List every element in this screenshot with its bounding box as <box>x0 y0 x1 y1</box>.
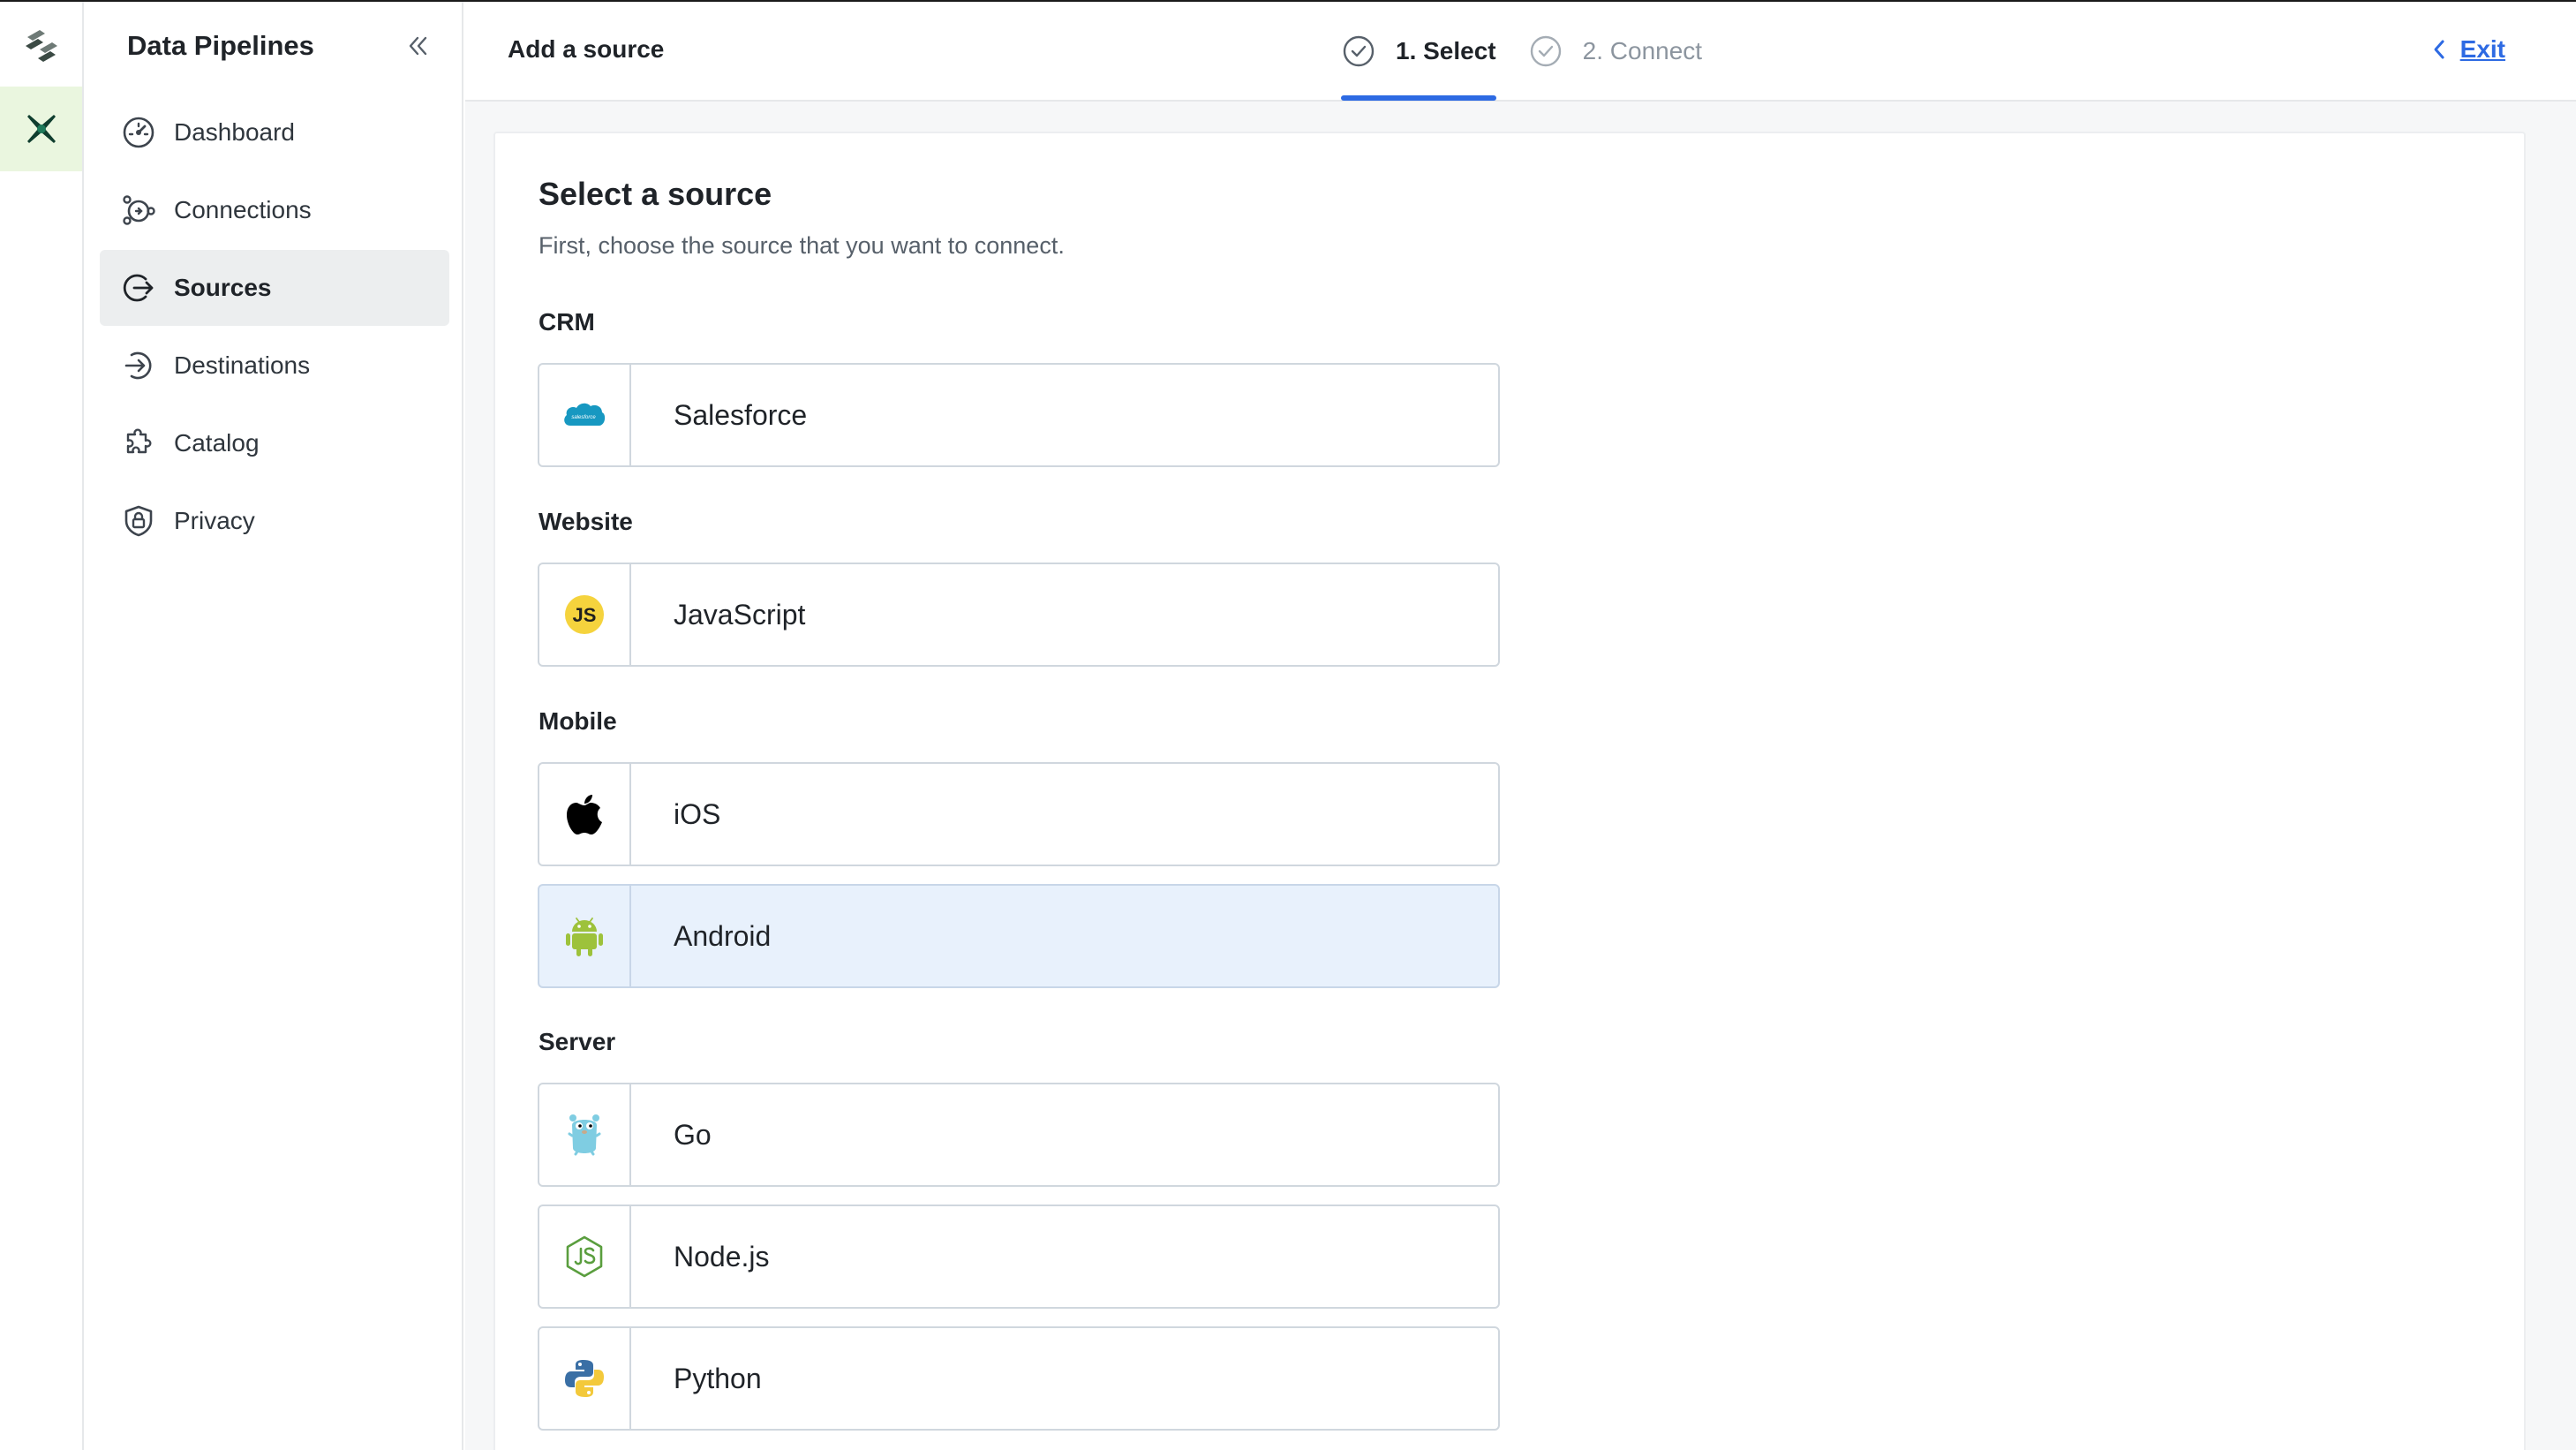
workspace-logo-button[interactable] <box>0 2 82 87</box>
step-label: 2. Connect <box>1582 36 1703 64</box>
check-circle-icon <box>1528 34 1563 69</box>
wizard-steps: 1. Select 2. Connect <box>1341 2 1734 101</box>
page-title: Add a source <box>508 35 665 63</box>
main-content: Select a source First, choose the source… <box>465 102 2576 1450</box>
card-title: Select a source <box>539 176 772 212</box>
group-label-crm: CRM <box>539 308 595 336</box>
chevron-left-icon <box>2434 40 2444 59</box>
source-tile-ios[interactable]: iOS <box>538 762 1500 866</box>
apple-icon <box>539 764 631 865</box>
sidebar-item-destinations[interactable]: Destinations <box>100 328 449 404</box>
sources-icon <box>121 270 156 306</box>
nodejs-icon <box>539 1206 631 1307</box>
source-label: iOS <box>674 797 721 830</box>
source-tile-salesforce[interactable]: salesforce Salesforce <box>538 363 1500 467</box>
source-tile-javascript[interactable]: JS JavaScript <box>538 563 1500 667</box>
exit-link[interactable]: Exit <box>2430 35 2505 64</box>
collapse-sidebar-button[interactable] <box>400 28 435 64</box>
salesforce-icon: salesforce <box>539 365 631 465</box>
sidebar-item-connections[interactable]: Connections <box>100 172 449 248</box>
svg-text:salesforce: salesforce <box>571 415 596 420</box>
sidebar-item-label: Catalog <box>174 429 260 457</box>
workspace-logo-icon <box>25 30 57 62</box>
group-label-server: Server <box>539 1028 616 1055</box>
python-icon <box>539 1328 631 1429</box>
step-connect: 2. Connect <box>1528 2 1702 100</box>
source-label: JavaScript <box>674 598 806 631</box>
catalog-icon <box>121 426 156 461</box>
sidebar-item-label: Connections <box>174 196 312 223</box>
android-icon <box>539 886 631 986</box>
source-label: Go <box>674 1118 712 1151</box>
shield-lock-icon <box>121 503 156 539</box>
group-label-mobile: Mobile <box>539 707 617 735</box>
svg-text:JS: JS <box>573 604 597 626</box>
source-label: Salesforce <box>674 398 808 431</box>
source-label: Android <box>674 919 772 952</box>
sidebar-item-label: Privacy <box>174 507 255 534</box>
step-label: 1. Select <box>1396 36 1496 64</box>
group-label-website: Website <box>539 508 633 535</box>
sidebar-header: Data Pipelines <box>127 26 435 65</box>
destinations-icon <box>121 348 156 383</box>
double-chevron-left-icon <box>409 36 427 56</box>
sidebar-title: Data Pipelines <box>127 30 314 61</box>
sidebar: Data Pipelines Dashboard Connections Sou… <box>84 2 463 1450</box>
select-source-card: Select a source First, choose the source… <box>493 132 2526 1450</box>
sidebar-item-label: Dashboard <box>174 118 295 146</box>
sidebar-item-label: Destinations <box>174 351 311 379</box>
source-tile-android[interactable]: Android <box>538 884 1500 988</box>
connections-icon <box>121 193 156 228</box>
step-select[interactable]: 1. Select <box>1341 2 1496 101</box>
source-tile-python[interactable]: Python <box>538 1326 1500 1431</box>
javascript-icon: JS <box>539 564 631 665</box>
go-gopher-icon <box>539 1084 631 1185</box>
data-pipelines-app-button[interactable] <box>0 87 82 171</box>
source-label: Python <box>674 1362 762 1394</box>
app-window: Data Pipelines Dashboard Connections Sou… <box>0 0 2576 1450</box>
source-tile-go[interactable]: Go <box>538 1083 1500 1187</box>
sidebar-item-privacy[interactable]: Privacy <box>100 483 449 559</box>
pipelines-x-icon <box>26 115 56 143</box>
sidebar-nav: Dashboard Connections Sources Destinatio… <box>100 94 449 561</box>
top-bar: Add a source 1. Select 2. Connect Exit <box>465 2 2576 102</box>
sidebar-item-dashboard[interactable]: Dashboard <box>100 94 449 170</box>
source-tile-nodejs[interactable]: Node.js <box>538 1205 1500 1309</box>
sidebar-item-catalog[interactable]: Catalog <box>100 405 449 481</box>
card-subtitle: First, choose the source that you want t… <box>539 232 1065 259</box>
check-circle-icon <box>1341 34 1376 69</box>
icon-rail <box>0 2 84 1450</box>
sidebar-item-label: Sources <box>174 274 272 301</box>
sidebar-item-sources[interactable]: Sources <box>100 250 449 326</box>
exit-label: Exit <box>2459 35 2505 63</box>
source-label: Node.js <box>674 1240 770 1273</box>
gauge-icon <box>121 115 156 150</box>
